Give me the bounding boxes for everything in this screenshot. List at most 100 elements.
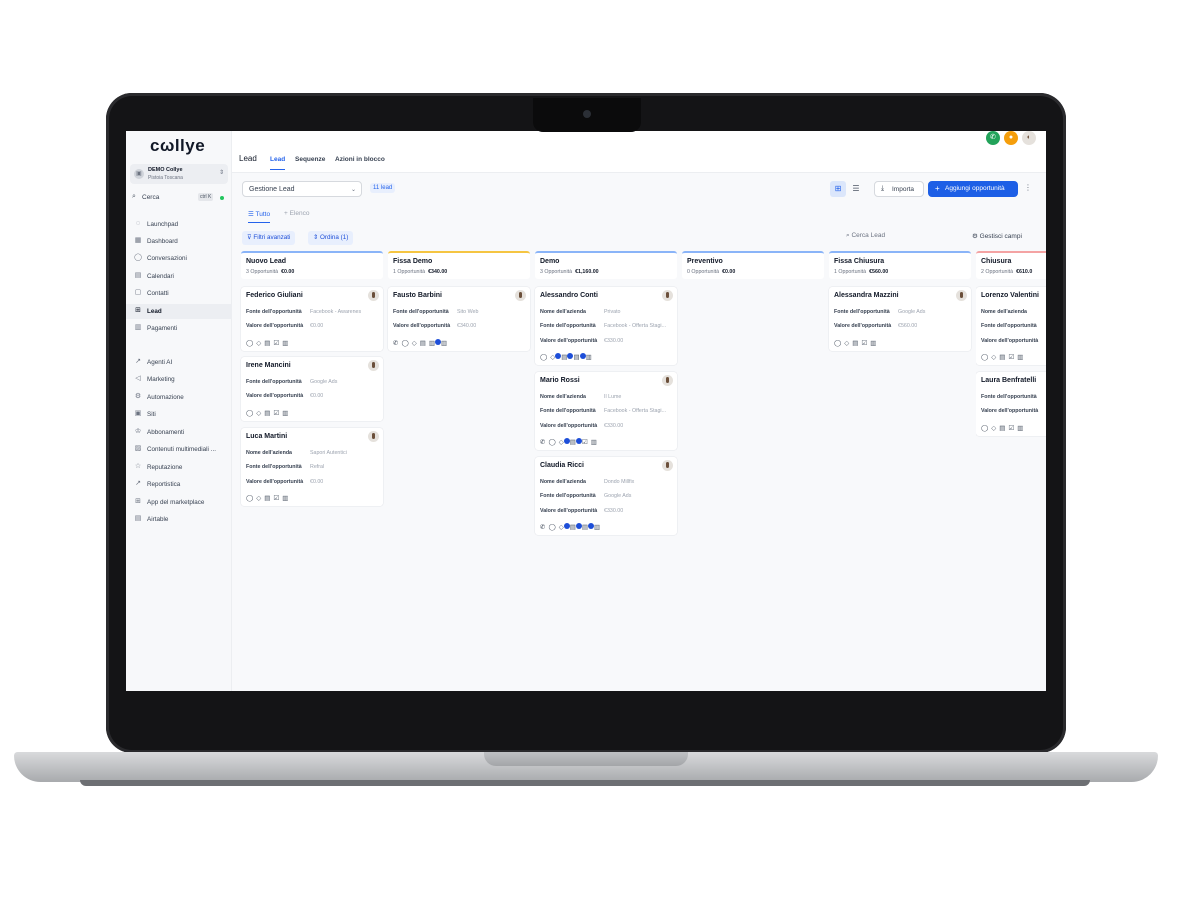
sidebar-item-reportistica[interactable]: ↗ Reportistica bbox=[126, 477, 232, 492]
sidebar-item-lead[interactable]: ⊞ Lead bbox=[126, 304, 232, 319]
account-switcher[interactable]: ▣ DEMO Collye Pistoia Toscana ⇕ bbox=[130, 164, 228, 184]
sites-icon: ▣ bbox=[134, 410, 142, 417]
manage-fields-button[interactable]: ⚙ Gestisci campi bbox=[972, 232, 1022, 240]
sidebar: cωllye ▣ DEMO Collye Pistoia Toscana ⇕ ⌕… bbox=[126, 131, 232, 691]
column-header: Fissa Chiusura 1 Opportunità €560.00 bbox=[829, 251, 971, 279]
pipeline-column: Fissa Demo 1 Opportunità €340.00 Fausto … bbox=[388, 251, 530, 691]
card-field-value: Valore dell'opportunità €330.00 bbox=[540, 338, 624, 344]
pipeline-column: Preventivo 0 Opportunità €0.00 bbox=[682, 251, 824, 691]
more-options-icon[interactable]: ⋮ bbox=[1024, 183, 1032, 192]
card-actions[interactable]: ✆◯◇▤▥ ▥ bbox=[393, 339, 450, 347]
card-field-source: Fonte dell'opportunità Refral bbox=[246, 464, 325, 470]
opportunity-card[interactable]: Alessandro Conti Nome dell'azienda Privat… bbox=[535, 287, 677, 365]
opportunity-card[interactable]: Fausto Barbini Fonte dell'opportunità Sit… bbox=[388, 287, 530, 351]
bell-icon[interactable]: ● bbox=[1004, 131, 1018, 145]
card-name: Alessandro Conti bbox=[540, 292, 598, 299]
card-actions[interactable]: ✆◯◇ ▤ ☑▥ bbox=[540, 438, 600, 446]
card-actions[interactable]: ◯◇ ▤ ▤ ▥ bbox=[540, 353, 595, 361]
subtab-list[interactable]: + Elenco bbox=[284, 210, 309, 217]
pipeline-column: Nuovo Lead 3 Opportunità €0.00 Federico … bbox=[241, 251, 383, 691]
sidebar-item-marketing[interactable]: ◁ Marketing bbox=[126, 372, 232, 387]
sidebar-item-airtable[interactable]: ▤ Airtable bbox=[126, 512, 232, 527]
column-header: Chiusura 2 Opportunità €610.0 bbox=[976, 251, 1046, 279]
pipeline-value: Gestione Lead bbox=[249, 186, 295, 193]
calendar-icon: ▤ bbox=[134, 272, 142, 279]
sidebar-item-dashboard[interactable]: ▦ Dashboard bbox=[126, 234, 232, 249]
list-icon: ☰ bbox=[248, 211, 256, 218]
sidebar-item-automazione[interactable]: ⚙ Automazione bbox=[126, 390, 232, 405]
sidebar-item-contenuti[interactable]: ▨ Contenuti multimediali ... bbox=[126, 442, 232, 457]
sidebar-item-calendari[interactable]: ▤ Calendari bbox=[126, 269, 232, 284]
sidebar-item-launchpad[interactable]: ◌ Launchpad bbox=[126, 217, 232, 232]
pipeline-select[interactable]: Gestione Lead ⌄ bbox=[242, 181, 362, 197]
opportunity-card[interactable]: Laura Benfratelli Fonte dell'opportunità… bbox=[976, 372, 1046, 436]
add-opportunity-button[interactable]: + Aggiungi opportunità bbox=[928, 181, 1018, 197]
card-actions[interactable]: ✆◯◇ ▤ ▤ ▥ bbox=[540, 523, 603, 531]
tab-azioni-in-blocco[interactable]: Azioni in blocco bbox=[335, 156, 385, 163]
user-avatar[interactable]: ◐ bbox=[1022, 131, 1036, 145]
sort-button[interactable]: ⇕ Ordina (1) bbox=[308, 231, 354, 245]
card-field-value: Valore dell'opportunità €0.00 bbox=[246, 479, 324, 485]
import-label: Importa bbox=[892, 186, 915, 193]
card-field-source: Fonte dell'opportunità bbox=[981, 323, 1037, 329]
card-field-company: Nome dell'azienda Privato bbox=[540, 309, 621, 315]
plus-icon: + bbox=[935, 184, 940, 193]
card-name: Alessandra Mazzini bbox=[834, 292, 899, 299]
card-field-source: Fonte dell'opportunità Sito Web bbox=[393, 309, 479, 315]
column-meta: 1 Opportunità €340.00 bbox=[393, 269, 448, 275]
sidebar-item-agenti-ai[interactable]: ↗ Agenti AI bbox=[126, 355, 232, 370]
opportunity-card[interactable]: Lorenzo Valentini Nome dell'azienda Font… bbox=[976, 287, 1046, 365]
column-meta: 3 Opportunità €0.00 bbox=[246, 269, 295, 275]
card-actions[interactable]: ◯◇▤☑▥ bbox=[246, 339, 291, 347]
app-logo[interactable]: cωllye bbox=[150, 136, 205, 156]
card-field-value: Valore dell'opportunità €330.00 bbox=[540, 508, 624, 514]
apps-icon: ⊞ bbox=[135, 498, 141, 505]
card-actions[interactable]: ◯◇▤☑▥ bbox=[834, 339, 879, 347]
column-header: Fissa Demo 1 Opportunità €340.00 bbox=[388, 251, 530, 279]
card-actions[interactable]: ◯◇▤☑▥ bbox=[246, 409, 291, 417]
opportunity-card[interactable]: Mario Rossi Nome dell'azienda Il Lume Fon… bbox=[535, 372, 677, 450]
sidebar-item-pagamenti[interactable]: ▥ Pagamenti bbox=[126, 321, 232, 336]
sidebar-search[interactable]: ⌕ Cerca ctrl K bbox=[132, 192, 226, 204]
sidebar-item-reputazione[interactable]: ☆ Reputazione bbox=[126, 460, 232, 475]
pipeline-column: Demo 3 Opportunità €1,160.00 Alessandro … bbox=[535, 251, 677, 691]
subtab-all[interactable]: ☰ Tutto bbox=[248, 210, 271, 223]
board-view-icon[interactable]: ⊞ bbox=[830, 181, 846, 197]
card-actions[interactable]: ◯◇▤☑▥ bbox=[981, 424, 1026, 432]
contacts-icon: ▢ bbox=[134, 289, 142, 296]
sidebar-item-contatti[interactable]: ▢ Contatti bbox=[126, 286, 232, 301]
lead-search-input[interactable]: ⌕ Cerca Lead bbox=[846, 232, 885, 240]
ai-icon: ↗ bbox=[135, 358, 141, 365]
card-field-source: Fonte dell'opportunità Facebook - Offerta… bbox=[540, 323, 667, 329]
column-meta: 0 Opportunità €0.00 bbox=[687, 269, 736, 275]
card-field-source: Fonte dell'opportunità Google Ads bbox=[540, 493, 632, 499]
sidebar-item-conversazioni[interactable]: ◯ Conversazioni bbox=[126, 251, 232, 266]
tab-sequenze[interactable]: Sequenze bbox=[295, 156, 325, 163]
opportunity-card[interactable]: Federico Giuliani Fonte dell'opportunità… bbox=[241, 287, 383, 351]
column-header: Nuovo Lead 3 Opportunità €0.00 bbox=[241, 251, 383, 279]
column-meta: 1 Opportunità €560.00 bbox=[834, 269, 889, 275]
laptop-base-foot bbox=[80, 780, 1090, 786]
avatar bbox=[956, 290, 967, 301]
pipeline-column: Fissa Chiusura 1 Opportunità €560.00 Ale… bbox=[829, 251, 971, 691]
avatar bbox=[515, 290, 526, 301]
opportunity-card[interactable]: Alessandra Mazzini Fonte dell'opportunit… bbox=[829, 287, 971, 351]
opportunity-card[interactable]: Claudia Ricci Nome dell'azienda Dondo Mil… bbox=[535, 457, 677, 535]
tab-lead[interactable]: Lead bbox=[270, 156, 286, 170]
import-button[interactable]: ⤓ Importa bbox=[874, 181, 924, 197]
sidebar-item-marketplace[interactable]: ⊞ App del marketplace bbox=[126, 495, 232, 510]
avatar bbox=[368, 360, 379, 371]
manage-fields-label: Gestisci campi bbox=[979, 233, 1022, 240]
sidebar-item-abbonamenti[interactable]: ♔ Abbonamenti bbox=[126, 425, 232, 440]
sidebar-item-siti[interactable]: ▣ Siti bbox=[126, 407, 232, 422]
lead-search-placeholder: Cerca Lead bbox=[851, 232, 886, 239]
card-actions[interactable]: ◯◇▤☑▥ bbox=[981, 353, 1026, 361]
list-view-icon[interactable]: ☰ bbox=[848, 181, 864, 197]
card-actions[interactable]: ◯◇▤☑▥ bbox=[246, 494, 291, 502]
advanced-filters-button[interactable]: ⊽ Filtri avanzati bbox=[242, 231, 296, 245]
opportunity-card[interactable]: Luca Martini Nome dell'azienda Sapori Aut… bbox=[241, 428, 383, 506]
search-label: Cerca bbox=[142, 194, 160, 201]
phone-icon[interactable]: ✆ bbox=[986, 131, 1000, 145]
column-title: Fissa Demo bbox=[393, 258, 433, 265]
opportunity-card[interactable]: Irene Mancini Fonte dell'opportunità Goog… bbox=[241, 357, 383, 421]
